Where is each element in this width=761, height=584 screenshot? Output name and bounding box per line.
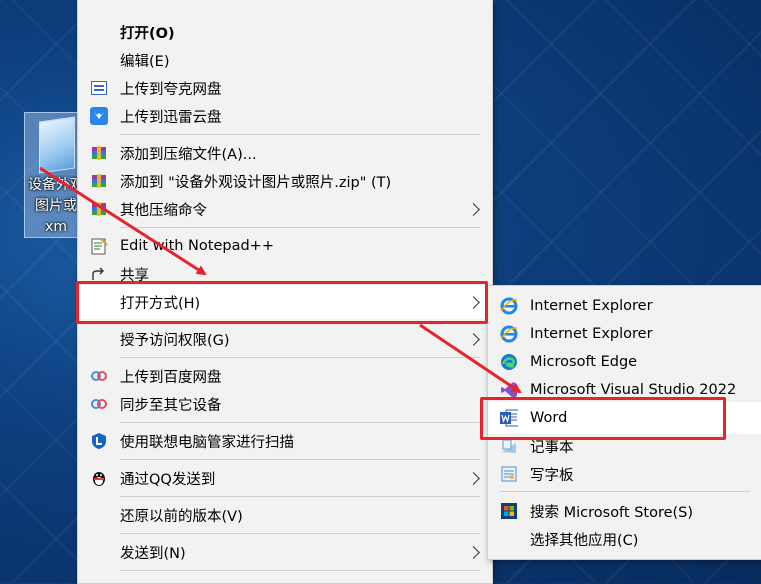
- menu-item-upload-quark[interactable]: 上传到夸克网盘: [78, 74, 492, 102]
- menu-item-grant-access[interactable]: 授予访问权限(G): [78, 325, 492, 353]
- menu-item-sync-devices[interactable]: 同步至其它设备: [78, 390, 492, 418]
- menu-item-other-compress[interactable]: 其他压缩命令: [78, 195, 492, 223]
- winrar-icon: [90, 144, 108, 162]
- menu-item-add-archive[interactable]: 添加到压缩文件(A)...: [78, 139, 492, 167]
- microsoft-store-icon: [500, 502, 518, 520]
- chevron-right-icon: [467, 202, 480, 216]
- submenu-item-wordpad[interactable]: 写字板: [488, 460, 761, 488]
- quark-drive-icon: [90, 79, 108, 97]
- menu-separator: [120, 357, 480, 358]
- menu-item-lenovo-scan[interactable]: 使用联想电脑管家进行扫描: [78, 427, 492, 455]
- submenu-item-edge[interactable]: Microsoft Edge: [488, 348, 761, 376]
- qq-penguin-icon: [90, 469, 108, 487]
- menu-item-add-zip[interactable]: 添加到 "设备外观设计图片或照片.zip" (T): [78, 167, 492, 195]
- menu-separator: [120, 227, 480, 228]
- highlight-box-open-with: [76, 281, 488, 324]
- menu-separator: [120, 533, 480, 534]
- menu-separator: [120, 459, 480, 460]
- menu-item-notepadpp[interactable]: Edit with Notepad++: [78, 232, 492, 260]
- submenu-item-ie-1[interactable]: Internet Explorer: [488, 292, 761, 320]
- menu-item-upload-thunder[interactable]: 上传到迅雷云盘: [78, 102, 492, 130]
- winrar-icon: [90, 172, 108, 190]
- menu-item-send-to[interactable]: 发送到(N): [78, 538, 492, 566]
- chevron-right-icon: [467, 545, 480, 559]
- submenu-item-choose-app[interactable]: 选择其他应用(C): [488, 525, 761, 553]
- internet-explorer-icon: [500, 325, 518, 343]
- menu-separator: [120, 422, 480, 423]
- menu-item-qq-send[interactable]: 通过QQ发送到: [78, 464, 492, 492]
- submenu-item-ie-2[interactable]: Internet Explorer: [488, 320, 761, 348]
- menu-item-open[interactable]: 打开(O): [78, 18, 492, 46]
- menu-separator: [500, 491, 750, 492]
- microsoft-edge-icon: [500, 353, 518, 371]
- chevron-right-icon: [467, 332, 480, 346]
- menu-separator: [120, 496, 480, 497]
- menu-item-restore-versions[interactable]: 还原以前的版本(V): [78, 501, 492, 529]
- highlight-box-word: [480, 397, 726, 440]
- lenovo-shield-icon: [90, 432, 108, 450]
- wordpad-icon: [500, 465, 518, 483]
- winrar-icon: [90, 200, 108, 218]
- chevron-right-icon: [467, 471, 480, 485]
- thunder-cloud-icon: [90, 107, 108, 125]
- menu-item-edit[interactable]: 编辑(E): [78, 46, 492, 74]
- image-file-icon: [39, 116, 75, 174]
- baidu-netdisk-icon: [90, 367, 108, 385]
- menu-separator: [120, 570, 480, 571]
- internet-explorer-icon: [500, 297, 518, 315]
- menu-separator: [120, 134, 480, 135]
- notepadpp-icon: [90, 237, 108, 255]
- submenu-item-store-search[interactable]: 搜索 Microsoft Store(S): [488, 497, 761, 525]
- menu-item-baidu-upload[interactable]: 上传到百度网盘: [78, 362, 492, 390]
- baidu-netdisk-icon: [90, 395, 108, 413]
